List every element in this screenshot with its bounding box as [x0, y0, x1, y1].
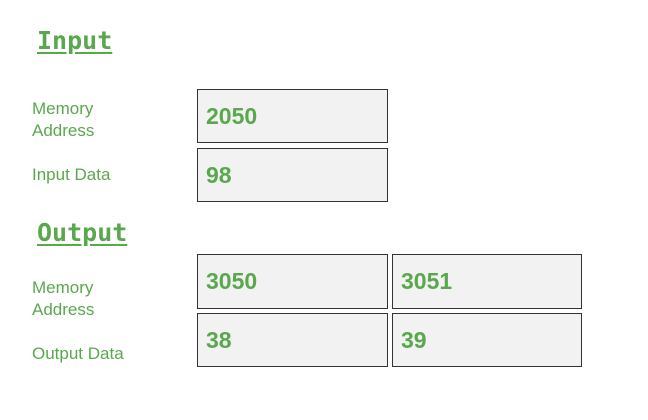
output-memory-label-line1: Memory: [32, 278, 94, 297]
output-data-cell-1: 38: [197, 313, 388, 367]
input-memory-label-line1: Memory: [32, 99, 94, 118]
output-data-label: Output Data: [32, 344, 124, 363]
output-memory-address-cell-1: 3050: [197, 254, 388, 309]
output-memory-address-cell-2: 3051: [392, 254, 582, 309]
output-data-cell-2: 39: [392, 313, 582, 367]
input-data-cell: 98: [197, 148, 388, 202]
input-section-title: Input: [37, 26, 113, 55]
input-data-label: Input Data: [32, 165, 111, 184]
input-memory-label-line2: Address: [32, 121, 95, 140]
input-memory-address-label: Memory Address: [32, 98, 94, 142]
output-memory-address-label: Memory Address: [32, 277, 94, 321]
output-memory-label-line2: Address: [32, 300, 95, 319]
input-memory-address-cell: 2050: [197, 89, 388, 143]
output-section-title: Output: [37, 218, 128, 247]
